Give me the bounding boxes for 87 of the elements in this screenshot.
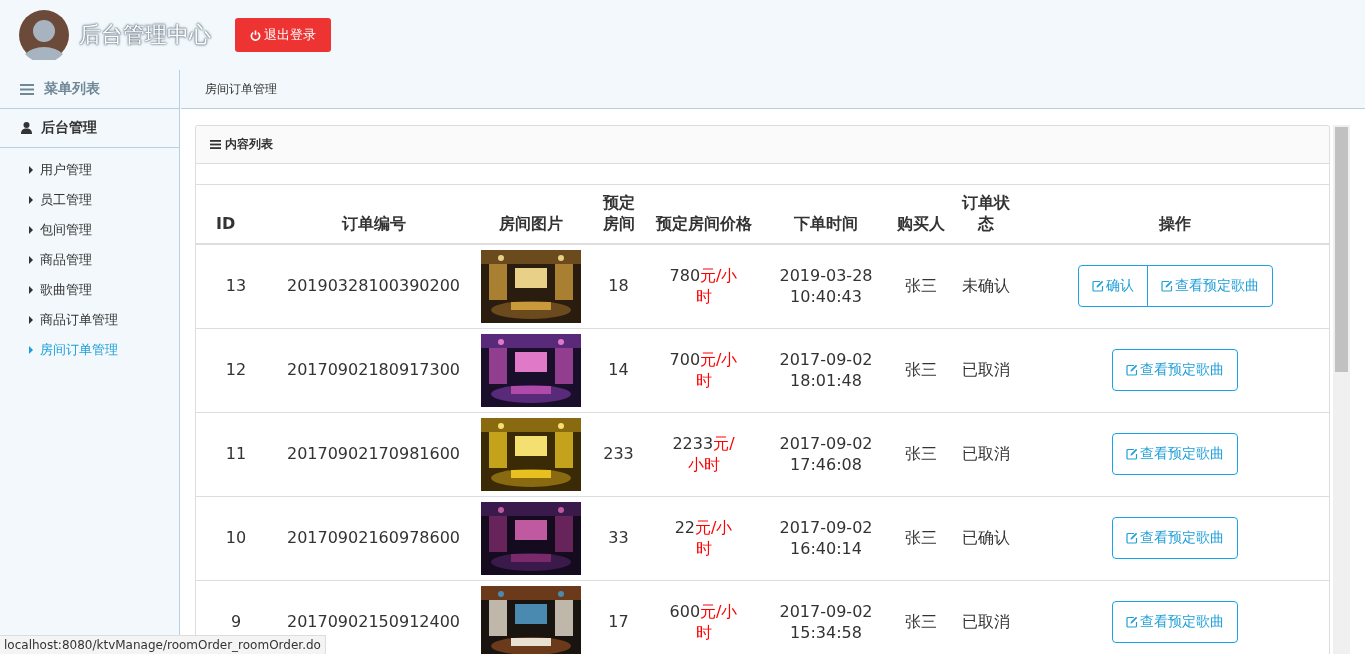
table-cell: 14: [591, 328, 646, 413]
column-header: 预定房间价格: [646, 185, 761, 244]
column-header: 订单状态: [951, 185, 1021, 244]
table-cell: 张三: [891, 243, 951, 329]
avatar: [19, 10, 69, 60]
table-cell: 张三: [891, 496, 951, 581]
action-button[interactable]: 查看预定歌曲: [1112, 517, 1238, 560]
table-cell: 18: [591, 243, 646, 329]
logout-button[interactable]: 退出登录: [235, 18, 331, 52]
date-text: 2019-03-28: [779, 265, 873, 285]
price-text: 600元/小时: [668, 600, 739, 644]
column-header: 房间图片: [471, 185, 591, 244]
menu-icon: [20, 83, 34, 95]
price-text: 780元/小时: [668, 264, 739, 308]
breadcrumb: 房间订单管理: [205, 80, 277, 98]
power-icon: [250, 29, 261, 41]
time-text: 18:01:48: [790, 371, 862, 391]
table-cell: 未确认: [951, 243, 1021, 329]
scrollbar[interactable]: [1333, 125, 1350, 654]
sidebar-item[interactable]: 员工管理: [0, 185, 179, 215]
date-text: 2017-09-02: [779, 517, 873, 537]
table-cell: 12: [196, 328, 276, 413]
column-header: 下单时间: [761, 185, 891, 244]
caret-icon: [29, 316, 33, 324]
table-cell: 17: [591, 580, 646, 654]
date-text: 2017-09-02: [779, 601, 873, 621]
action-button[interactable]: 查看预定歌曲: [1112, 349, 1238, 392]
sidebar-item[interactable]: 商品管理: [0, 245, 179, 275]
table-cell: 20170902160978600: [276, 496, 471, 581]
table-cell: 张三: [891, 328, 951, 413]
time-text: 15:34:58: [790, 623, 862, 643]
action-button[interactable]: 查看预定歌曲: [1112, 433, 1238, 476]
sidebar-section: 后台管理: [41, 119, 97, 137]
column-header: 订单编号: [276, 185, 471, 244]
caret-icon: [29, 286, 33, 294]
edit-icon: [1126, 364, 1138, 377]
table-cell: 13: [196, 243, 276, 329]
edit-icon: [1126, 448, 1138, 461]
panel-title: 内容列表: [225, 136, 273, 153]
caret-icon: [29, 346, 33, 354]
price-text: 22元/小时: [673, 516, 734, 560]
table-cell: 10: [196, 496, 276, 581]
price-text: 700元/小时: [668, 348, 739, 392]
date-text: 2017-09-02: [779, 433, 873, 453]
caret-icon: [29, 196, 33, 204]
action-button[interactable]: 查看预定歌曲: [1146, 265, 1273, 308]
action-button[interactable]: 确认: [1077, 265, 1148, 308]
edit-icon: [1091, 280, 1104, 293]
column-header: ID: [196, 185, 276, 244]
table-cell: 233: [591, 412, 646, 497]
user-icon: [21, 122, 32, 134]
sidebar-item[interactable]: 歌曲管理: [0, 275, 179, 305]
table-cell: 20170902180917300: [276, 328, 471, 413]
table-cell: 20170902170981600: [276, 412, 471, 497]
table-cell: 11: [196, 412, 276, 497]
sidebar-item[interactable]: 房间订单管理: [0, 335, 179, 365]
column-header: 预定房间: [591, 185, 646, 244]
time-text: 16:40:14: [790, 539, 862, 559]
action-button[interactable]: 查看预定歌曲: [1112, 601, 1238, 644]
sidebar-item[interactable]: 商品订单管理: [0, 305, 179, 335]
list-icon: [210, 140, 221, 149]
scrollbar-thumb[interactable]: [1335, 127, 1348, 372]
edit-icon: [1160, 280, 1173, 293]
time-text: 17:46:08: [790, 455, 862, 475]
date-text: 2017-09-02: [779, 349, 873, 369]
status-bar: localhost:8080/ktvManage/roomOrder_roomOrder.do: [0, 635, 326, 654]
edit-icon: [1126, 532, 1138, 545]
sidebar-title: 菜单列表: [44, 80, 100, 98]
edit-icon: [1126, 616, 1138, 629]
caret-icon: [29, 166, 33, 174]
column-header: 操作: [1021, 185, 1329, 244]
table-cell: 已确认: [951, 496, 1021, 581]
caret-icon: [29, 256, 33, 264]
table-cell: 33: [591, 496, 646, 581]
price-text: 2233元/小时: [671, 432, 736, 476]
table-cell: 已取消: [951, 328, 1021, 413]
table-cell: 20190328100390200: [276, 243, 471, 329]
table-cell: 张三: [891, 580, 951, 654]
column-header: 购买人: [891, 185, 951, 244]
caret-icon: [29, 226, 33, 234]
table-cell: 已取消: [951, 412, 1021, 497]
app-title: 后台管理中心: [79, 21, 211, 49]
time-text: 10:40:43: [790, 287, 862, 307]
table-cell: 张三: [891, 412, 951, 497]
table-cell: 已取消: [951, 580, 1021, 654]
sidebar-item[interactable]: 包间管理: [0, 215, 179, 245]
sidebar-item[interactable]: 用户管理: [0, 155, 179, 185]
